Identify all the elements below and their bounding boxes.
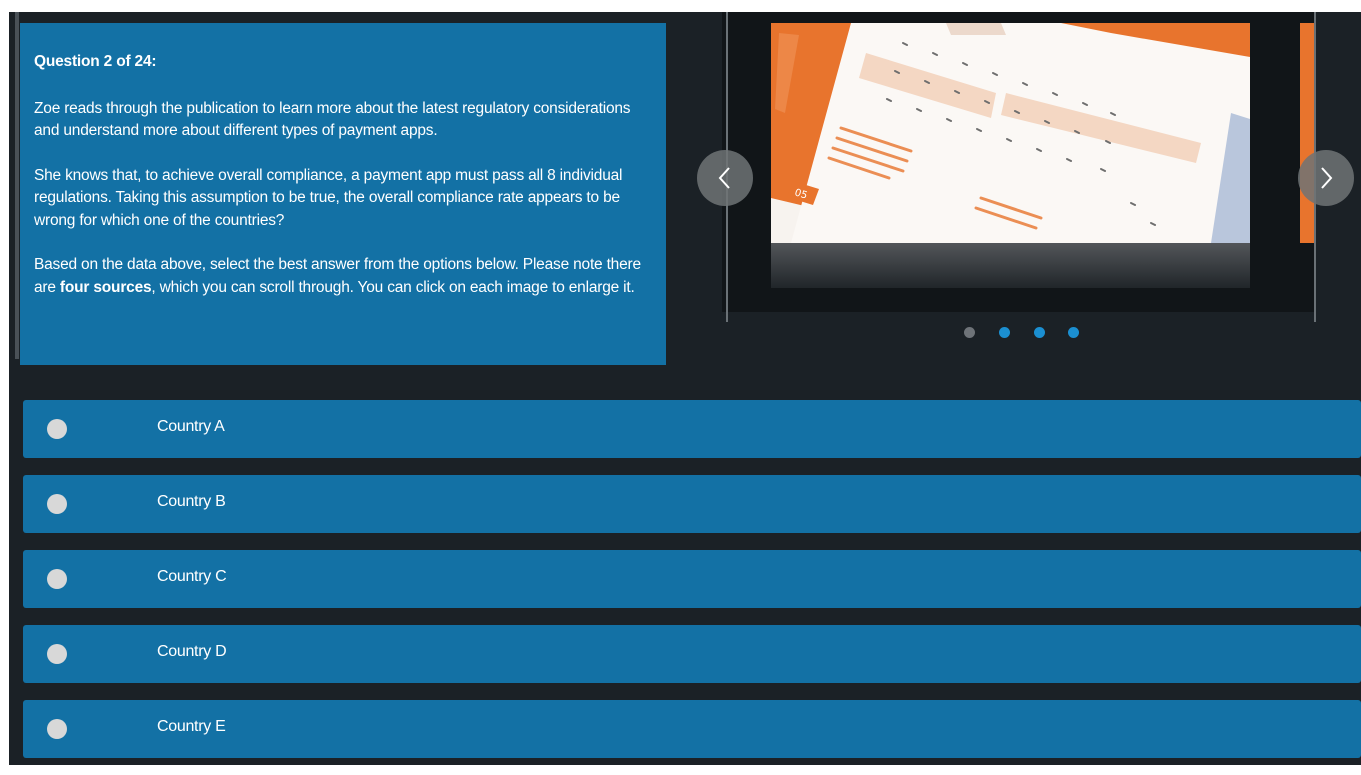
carousel-dot-2[interactable] — [999, 327, 1010, 338]
answer-option-a[interactable]: Country A — [23, 400, 1361, 458]
question-intro: Zoe reads through the publication to lea… — [34, 99, 631, 140]
radio-button[interactable] — [47, 569, 67, 589]
answer-label: Country B — [157, 493, 226, 510]
carousel-pagination — [964, 327, 1094, 339]
answer-option-e[interactable]: Country E — [23, 700, 1361, 758]
carousel-dot-3[interactable] — [1034, 327, 1045, 338]
image-reflection — [771, 243, 1250, 288]
answer-label: Country A — [157, 418, 225, 435]
radio-button[interactable] — [47, 494, 67, 514]
question-title: Question 2 of 24: — [34, 53, 157, 70]
instructions-bold-text: four sources — [59, 278, 152, 296]
question-instructions: Based on the data above, select the best… — [34, 254, 652, 299]
question-panel: Question 2 of 24: Zoe reads through the … — [20, 23, 666, 365]
source-carousel: 05 — [697, 12, 1354, 338]
next-source-preview[interactable] — [1300, 23, 1314, 243]
answer-option-d[interactable]: Country D — [23, 625, 1361, 683]
question-prompt: She knows that, to achieve overall compl… — [34, 166, 623, 229]
source-image[interactable]: 05 — [771, 23, 1250, 243]
source-document-illustration: 05 — [771, 23, 1250, 243]
answer-option-b[interactable]: Country B — [23, 475, 1361, 533]
answer-options: Country A Country B Country C Country D … — [23, 400, 1361, 775]
instructions-text-end: , which you can scroll through. You can … — [151, 278, 635, 296]
answer-label: Country D — [157, 643, 227, 660]
chevron-right-icon — [1321, 167, 1333, 189]
left-rail — [15, 12, 19, 359]
next-source-button[interactable] — [1298, 150, 1354, 206]
radio-button[interactable] — [47, 644, 67, 664]
answer-option-c[interactable]: Country C — [23, 550, 1361, 608]
radio-button[interactable] — [47, 419, 67, 439]
carousel-dot-1[interactable] — [964, 327, 975, 338]
chevron-left-icon — [718, 167, 730, 189]
previous-source-button[interactable] — [697, 150, 753, 206]
carousel-dot-4[interactable] — [1068, 327, 1079, 338]
answer-label: Country E — [157, 718, 226, 735]
answer-label: Country C — [157, 568, 227, 585]
radio-button[interactable] — [47, 719, 67, 739]
